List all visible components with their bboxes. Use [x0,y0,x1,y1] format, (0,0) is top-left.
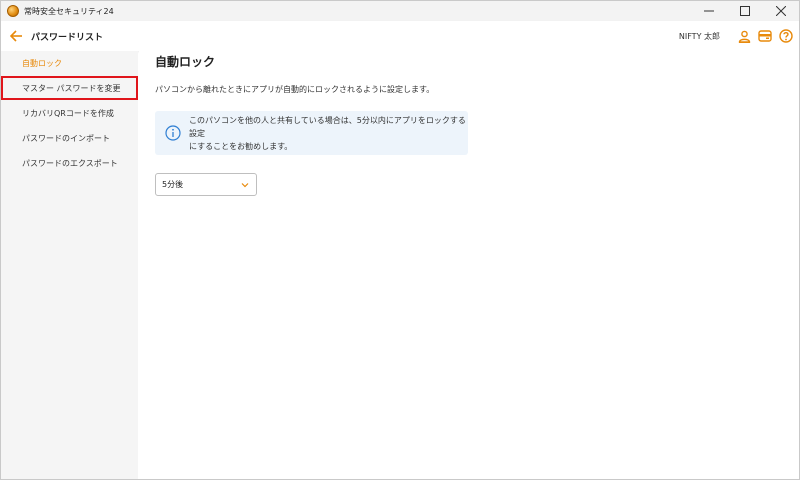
page-title: パスワードリスト [31,32,104,43]
app-header: パスワードリスト NIFTY 太郎 [1,21,799,51]
sidebar-item-label: マスター パスワードを変更 [22,83,121,93]
maximize-button[interactable] [727,1,763,21]
main-content: 自動ロック パソコンから離れたときにアプリが自動的にロックされるように設定します… [139,51,799,479]
info-icon [165,125,181,141]
close-button[interactable] [763,1,799,21]
close-icon [776,6,786,16]
sidebar-item-change-master-password[interactable]: マスター パスワードを変更 [1,76,138,100]
user-name: NIFTY 太郎 [678,31,720,41]
user-icon[interactable] [737,29,751,43]
settings-sidebar: 自動ロック マスター パスワードを変更 リカバリQRコードを作成 パスワードのイ… [1,51,138,479]
sidebar-item-import-passwords[interactable]: パスワードのインポート [1,126,138,150]
sidebar-item-create-recovery-qr[interactable]: リカバリQRコードを作成 [1,101,138,125]
sidebar-item-label: 自動ロック [22,58,62,68]
minimize-icon [704,10,714,12]
wallet-icon[interactable] [758,29,772,43]
info-box: このパソコンを他の人と共有している場合は、5分以内にアプリをロックする設定 にす… [155,111,468,155]
sidebar-item-label: リカバリQRコードを作成 [22,108,114,118]
chevron-down-icon [241,183,249,188]
section-title: 自動ロック [155,55,216,69]
sidebar-item-export-passwords[interactable]: パスワードのエクスポート [1,151,138,175]
help-icon[interactable] [779,29,793,43]
auto-lock-timeout-select[interactable]: 5分後 [155,173,257,196]
sidebar-item-label: パスワードのインポート [22,133,110,143]
info-line-1: このパソコンを他の人と共有している場合は、5分以内にアプリをロックする設定 [189,115,466,138]
app-window: 常時安全セキュリティ24 パスワードリスト NIFTY 太郎 自動ロック マスタ… [0,0,800,480]
sidebar-item-auto-lock[interactable]: 自動ロック [1,51,138,75]
app-logo-icon [7,5,19,17]
window-title: 常時安全セキュリティ24 [24,6,114,16]
info-text: このパソコンを他の人と共有している場合は、5分以内にアプリをロックする設定 にす… [189,114,468,153]
maximize-icon [740,6,750,16]
select-value: 5分後 [162,180,184,189]
sidebar-item-label: パスワードのエクスポート [22,158,118,168]
title-bar: 常時安全セキュリティ24 [1,1,799,21]
section-description: パソコンから離れたときにアプリが自動的にロックされるように設定します。 [155,85,435,94]
window-controls [691,1,799,21]
minimize-button[interactable] [691,1,727,21]
info-line-2: にすることをお勧めします。 [189,141,293,151]
back-arrow-icon[interactable] [9,29,23,43]
header-actions: NIFTY 太郎 [679,21,793,51]
